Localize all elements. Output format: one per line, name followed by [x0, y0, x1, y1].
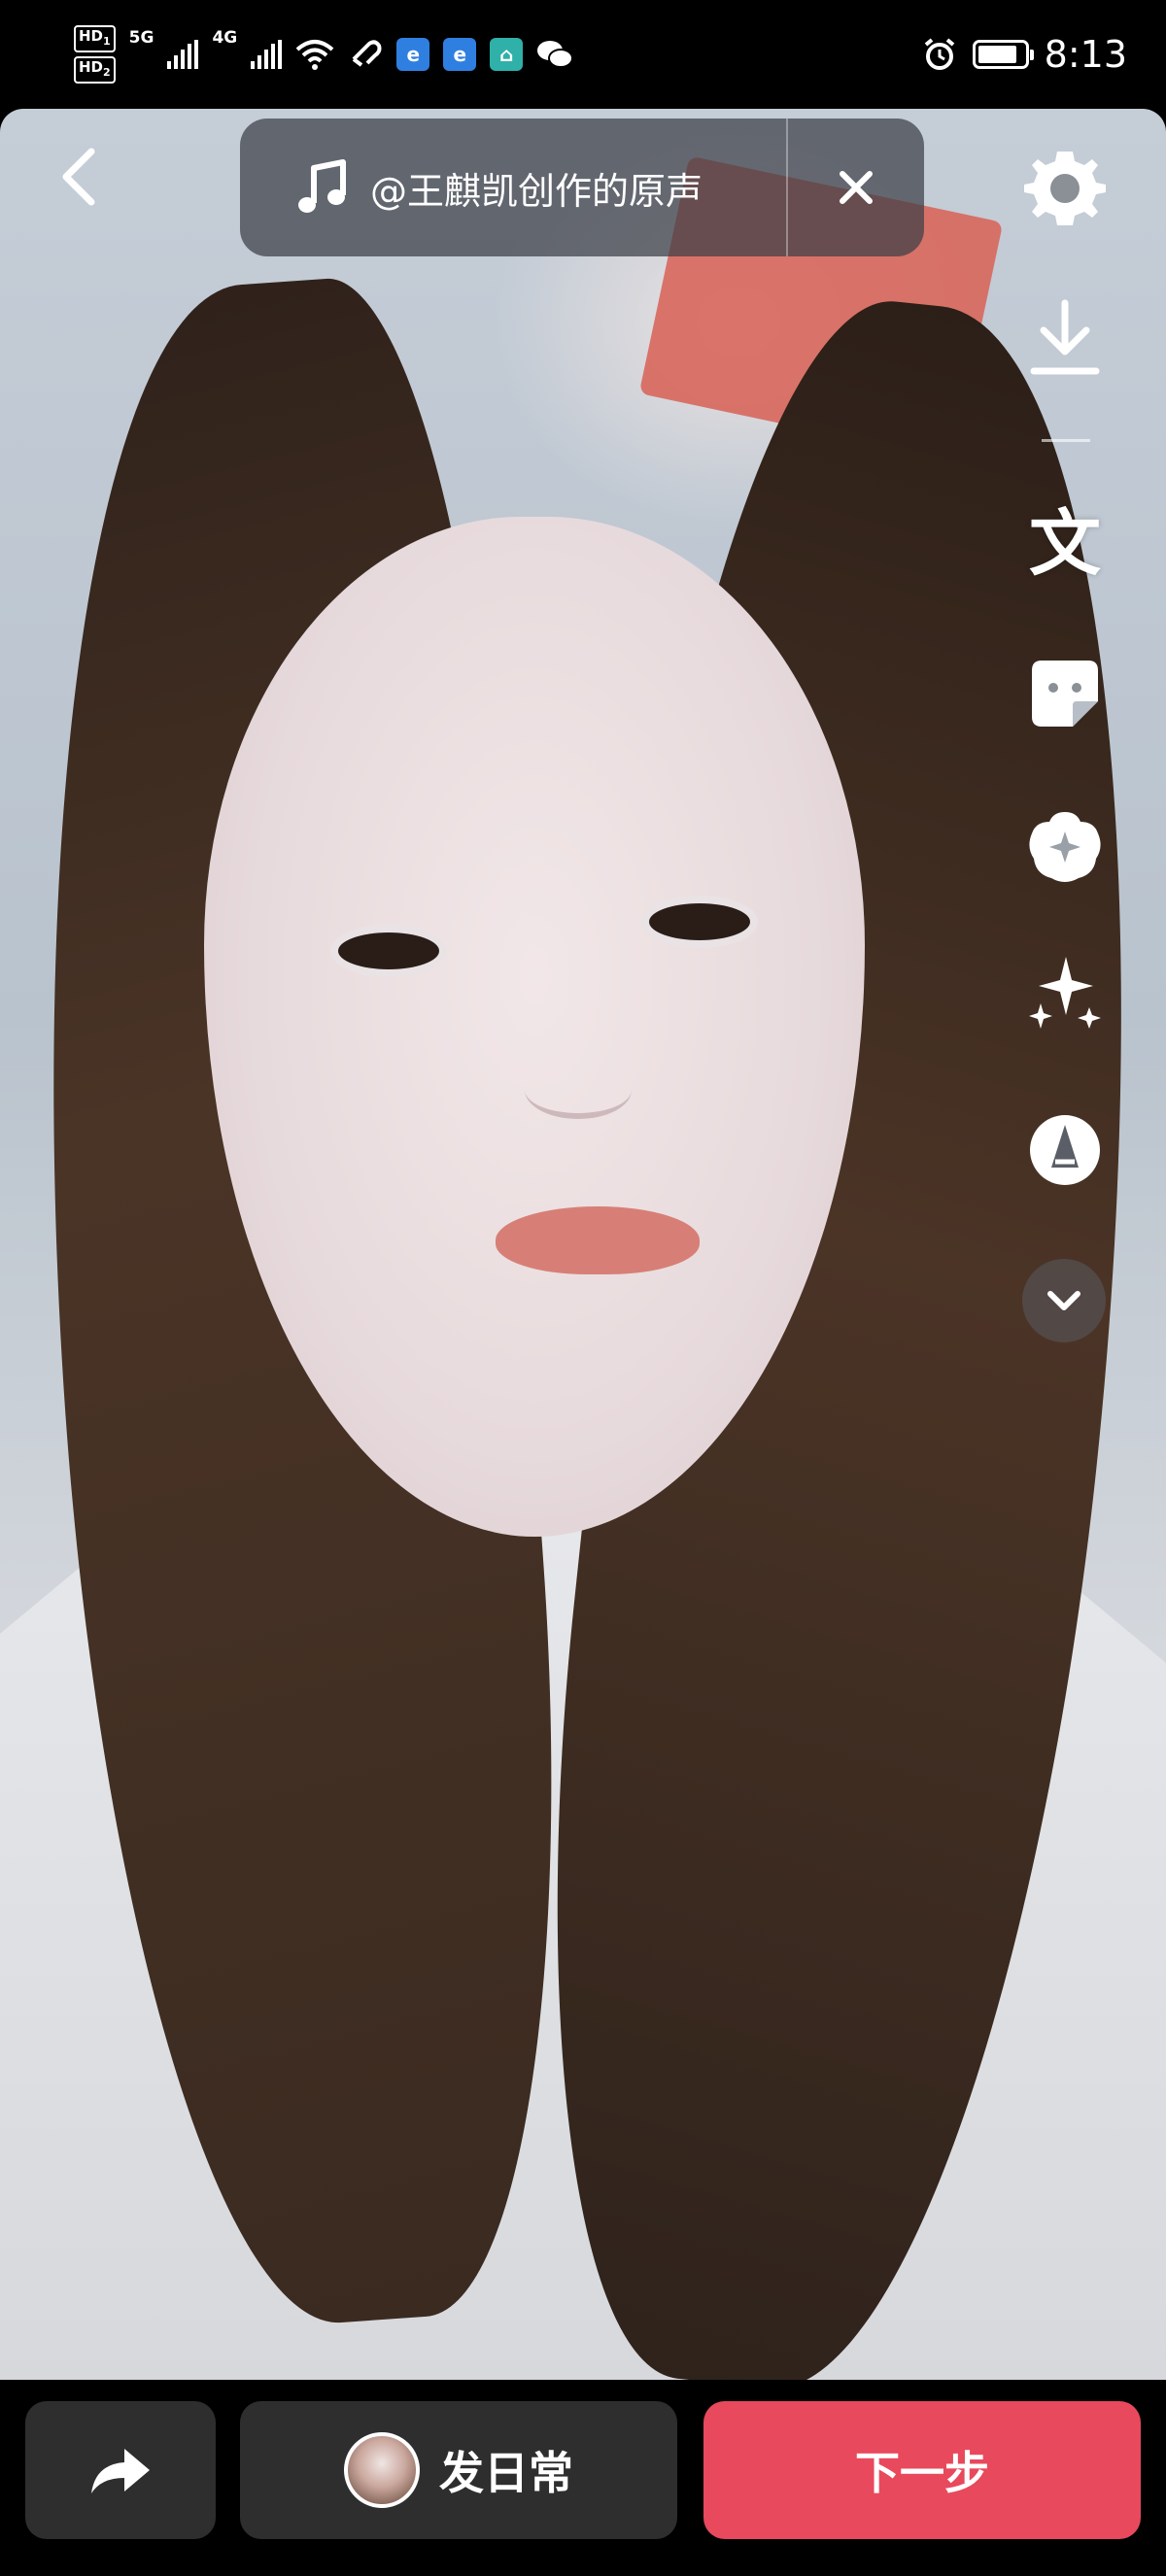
- post-daily-label: 发日常: [439, 2447, 573, 2499]
- battery-icon: [972, 40, 1034, 69]
- status-right: 8:13: [922, 33, 1127, 76]
- text-button[interactable]: 文: [1022, 501, 1108, 587]
- status-bar: HD1 HD2 5G 4G e e ⌂ 8:13: [0, 0, 1166, 109]
- sticker-button[interactable]: [1022, 651, 1108, 736]
- app-e-icon: e: [443, 38, 477, 71]
- hd-badge-1: HD1: [74, 25, 116, 52]
- app-e-icon: e: [396, 38, 430, 71]
- sparkle-icon: [1029, 957, 1101, 1029]
- photo-nose: [525, 1061, 632, 1119]
- share-arrow-icon: [91, 2449, 150, 2493]
- bottom-bar: 发日常 下一步: [0, 2380, 1166, 2576]
- signal-icon: [251, 40, 283, 69]
- battery-fill: [977, 46, 1016, 63]
- pen-icon: [1030, 1115, 1100, 1185]
- wifi-icon: [295, 40, 334, 70]
- photo-eye-left: [330, 925, 447, 977]
- enhance-button[interactable]: [1022, 952, 1108, 1037]
- next-step-button[interactable]: 下一步: [703, 2401, 1141, 2539]
- draw-button[interactable]: [1022, 1107, 1108, 1193]
- avatar: [344, 2432, 420, 2508]
- hd-indicators: HD1 HD2: [74, 25, 116, 84]
- alarm-icon: [924, 38, 954, 70]
- text-icon: 文: [1029, 502, 1101, 586]
- clock: 8:13: [1044, 33, 1127, 76]
- settings-button[interactable]: [1022, 146, 1108, 231]
- toolbar-divider: [1042, 439, 1090, 442]
- wechat-icon: [537, 41, 574, 68]
- music-title: @王麒凯创作的原声: [370, 169, 703, 213]
- next-step-label: 下一步: [855, 2447, 989, 2499]
- chevron-left-icon: [62, 148, 95, 206]
- remove-music-button[interactable]: [788, 119, 924, 256]
- link-icon: [352, 40, 382, 67]
- sticker-icon: [1032, 661, 1098, 727]
- back-button[interactable]: [47, 146, 109, 208]
- hd-badge-2: HD2: [74, 56, 116, 84]
- effects-icon: [1029, 812, 1101, 882]
- settings-icon: [1024, 152, 1106, 225]
- close-icon: [840, 171, 873, 204]
- share-button[interactable]: [25, 2401, 216, 2539]
- status-left: HD1 HD2 5G 4G e e ⌂: [74, 25, 922, 84]
- post-daily-button[interactable]: 发日常: [240, 2401, 677, 2539]
- download-button[interactable]: [1022, 295, 1108, 381]
- music-selector[interactable]: @王麒凯创作的原声: [240, 119, 924, 256]
- photo-preview[interactable]: [0, 109, 1166, 2380]
- signal-icon: [167, 40, 199, 69]
- chevron-down-icon: [1047, 1291, 1080, 1310]
- music-note-icon: [298, 159, 346, 213]
- photo-lips: [496, 1206, 700, 1274]
- home-app-icon: ⌂: [490, 38, 524, 71]
- effects-button[interactable]: [1022, 804, 1108, 890]
- download-icon: [1030, 299, 1100, 375]
- network-4g-label: 4G: [212, 28, 238, 48]
- photo-eye-right: [641, 896, 758, 948]
- network-5g-label: 5G: [128, 28, 154, 48]
- expand-toolbar-button[interactable]: [1022, 1259, 1106, 1342]
